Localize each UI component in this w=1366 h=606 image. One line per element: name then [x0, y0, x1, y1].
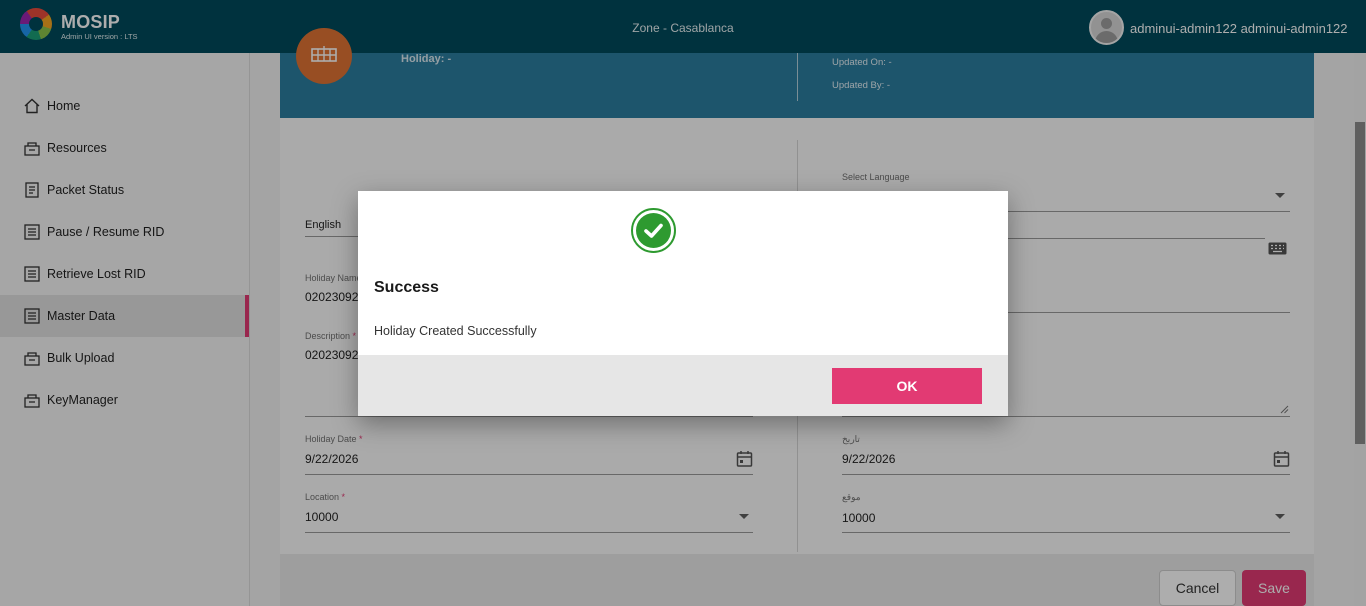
ok-button[interactable]: OK: [832, 368, 982, 404]
success-dialog: Success Holiday Created Successfully OK: [358, 191, 1008, 416]
dialog-actions: OK: [358, 355, 1008, 416]
dialog-title: Success: [374, 279, 439, 296]
dialog-message: Holiday Created Successfully: [374, 324, 537, 338]
check-circle-icon: [631, 208, 676, 253]
